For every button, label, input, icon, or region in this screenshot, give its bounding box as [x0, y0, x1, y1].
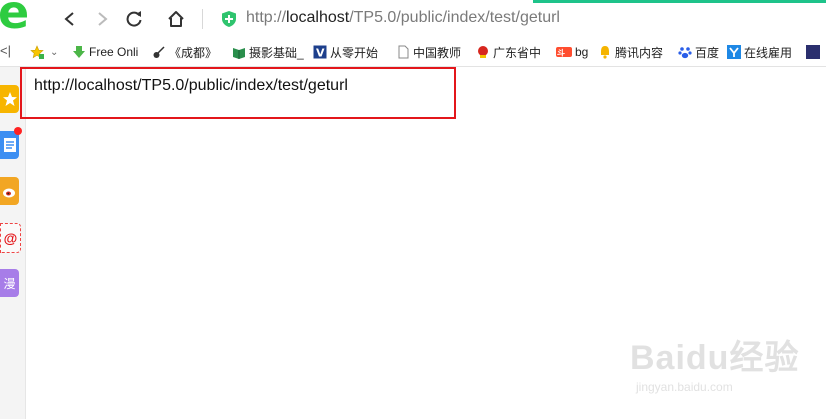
bookmark-label: 中国教师	[413, 45, 462, 60]
home-icon	[168, 11, 184, 27]
book-icon	[233, 48, 245, 59]
bookmark-item[interactable]: V 从零开始	[313, 44, 378, 60]
baidu-paw-icon	[678, 47, 692, 59]
browser-toolbar: e http://localhost/TP5.0/public/index/te…	[0, 0, 826, 40]
sidebar-manga[interactable]: 漫	[0, 269, 19, 297]
back-button[interactable]	[59, 8, 81, 30]
bookmark-item[interactable]: 腾讯内容	[598, 44, 663, 60]
mail-at-icon: @	[3, 230, 18, 246]
note-icon	[3, 138, 16, 152]
bookmark-label: 从零开始	[330, 45, 379, 60]
svg-text:V: V	[316, 47, 325, 60]
sidebar-favorites[interactable]	[0, 85, 19, 113]
bookmark-item[interactable]: 《成都》	[152, 44, 217, 60]
bookmark-item[interactable]: 斗 bg	[556, 44, 588, 60]
bookmark-label: 广东省中	[493, 45, 542, 60]
guitar-icon	[153, 46, 165, 58]
watermark-domain: jingyan.baidu.com	[636, 380, 733, 394]
watermark-brand: Baidu经验	[630, 339, 800, 377]
bookmark-item[interactable]: 百度	[678, 44, 719, 60]
bookmark-label: 百度	[695, 45, 720, 60]
bookmark-item[interactable]: 摄影基础_	[232, 44, 304, 60]
star-add-icon	[30, 45, 44, 59]
page-output-text: http://localhost/TP5.0/public/index/test…	[34, 77, 348, 94]
bookmark-item[interactable]: 广东省中	[476, 44, 541, 60]
download-arrow-icon	[73, 46, 85, 58]
url-path: /TP5.0/public/index/test/geturl	[349, 9, 560, 26]
page-icon	[398, 45, 409, 59]
left-sidebar: @ 漫	[0, 67, 26, 419]
toolbar-divider	[202, 9, 203, 29]
sidebar-weibo[interactable]	[0, 177, 19, 205]
app-tile-icon	[806, 45, 820, 59]
url-host: localhost	[286, 9, 350, 26]
bookmark-add-favorite[interactable]: ⌄	[30, 44, 58, 60]
bookmark-label: 《成都》	[169, 45, 218, 60]
bookmarks-bar: <| ⌄ Free Onli 《成都》 摄影基础_ V 从零开始 中国教师 广东…	[0, 38, 826, 67]
reload-icon	[126, 11, 142, 27]
star-icon	[2, 92, 17, 106]
chevron-right-icon	[98, 12, 108, 26]
svg-text:斗: 斗	[557, 49, 565, 58]
svg-text:e: e	[0, 0, 29, 39]
bell-icon	[601, 46, 609, 59]
home-button[interactable]	[165, 8, 187, 30]
bookmark-label: 摄影基础_	[249, 45, 304, 60]
y-logo-icon	[727, 45, 741, 59]
url-scheme: http://	[246, 9, 287, 26]
emblem-icon	[478, 46, 488, 58]
chevron-left-icon	[64, 12, 74, 26]
collapse-sidebar-button[interactable]: <|	[0, 43, 11, 58]
v-badge-icon: V	[313, 45, 327, 59]
bookmark-label: 在线雇用	[744, 45, 793, 60]
secure-shield-icon[interactable]	[221, 10, 237, 28]
address-bar-url[interactable]: http://localhost/TP5.0/public/index/test…	[246, 9, 560, 27]
chevron-down-icon: ⌄	[50, 46, 59, 58]
weibo-icon	[2, 188, 15, 198]
bookmark-label: bg	[575, 45, 589, 59]
forward-button[interactable]	[91, 8, 113, 30]
baidu-jingyan-watermark: Baidu经验 jingyan.baidu.com	[630, 330, 820, 410]
manga-icon: 漫	[3, 276, 16, 291]
bookmark-item[interactable]: 中国教师	[396, 44, 461, 60]
bookmark-item[interactable]: 在线雇用	[727, 44, 792, 60]
bookmark-label: 腾讯内容	[615, 45, 664, 60]
browser-logo-icon[interactable]: e	[0, 0, 44, 40]
bookmark-item[interactable]	[806, 44, 823, 60]
douyu-icon: 斗	[556, 47, 572, 58]
loading-progress-bar	[533, 0, 826, 3]
notification-badge	[14, 127, 22, 135]
bookmark-item[interactable]: Free Onli	[72, 44, 138, 60]
reload-button[interactable]	[123, 8, 145, 30]
sidebar-notes[interactable]	[0, 127, 22, 159]
bookmark-label: Free Onli	[89, 45, 139, 59]
sidebar-mail[interactable]: @	[0, 223, 21, 253]
